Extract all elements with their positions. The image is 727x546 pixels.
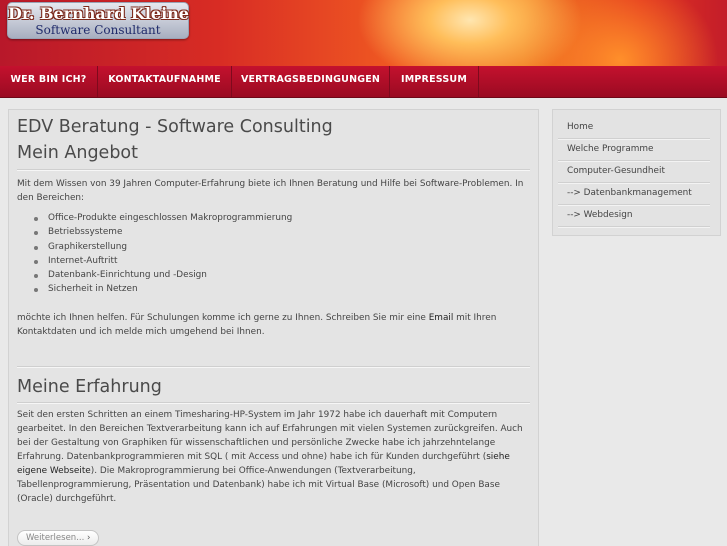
angebot-list: Office-Produkte eingeschlossen Makroprog…	[34, 211, 292, 297]
logo-subtitle: Software Consultant	[35, 23, 161, 37]
sidebar-item-webdesign[interactable]: --> Webdesign	[558, 205, 710, 227]
list-item: Internet-Auftritt	[34, 254, 292, 268]
nav-item-kontaktaufnahme[interactable]: KONTAKTAUFNAHME	[98, 66, 232, 97]
section-heading-erfahrung: Meine Erfahrung	[17, 377, 162, 397]
section-heading-angebot: Mein Angebot	[17, 143, 138, 163]
nav-item-impressum[interactable]: IMPRESSUM	[390, 66, 479, 97]
divider	[17, 402, 530, 403]
list-item: Sicherheit in Netzen	[34, 282, 292, 296]
nav-item-wer-bin-ich[interactable]: WER BIN ICH?	[0, 66, 98, 97]
main-nav: WER BIN ICH? KONTAKTAUFNAHME VERTRAGSBED…	[0, 66, 727, 98]
closing-text-before: möchte ich Ihnen helfen. Für Schulungen …	[17, 313, 429, 323]
divider	[17, 169, 530, 170]
list-item: Betriebssysteme	[34, 225, 292, 239]
erfahrung-text: Seit den ersten Schritten an einem Times…	[17, 408, 532, 506]
main-content: EDV Beratung - Software Consulting Mein …	[8, 109, 539, 546]
read-more-label: Weiterlesen...	[26, 533, 85, 543]
sidebar-item-datenbankmanagement[interactable]: --> Datenbankmanagement	[558, 183, 710, 205]
angebot-intro: Mit dem Wissen von 39 Jahren Computer-Er…	[17, 179, 524, 203]
read-more-button[interactable]: Weiterlesen... ›	[17, 530, 100, 546]
header-banner: Dr. Bernhard Kleine Software Consultant	[0, 0, 727, 66]
sidebar-item-computer-gesundheit[interactable]: Computer-Gesundheit	[558, 161, 710, 183]
erfahrung-text-before: Seit den ersten Schritten an einem Times…	[17, 410, 523, 462]
list-item: Office-Produkte eingeschlossen Makroprog…	[34, 211, 292, 225]
email-link[interactable]: Email	[429, 313, 454, 323]
logo[interactable]: Dr. Bernhard Kleine Software Consultant	[7, 2, 189, 39]
angebot-closing: möchte ich Ihnen helfen. Für Schulungen …	[17, 311, 532, 339]
chevron-right-icon: ›	[87, 533, 91, 543]
page-title: EDV Beratung - Software Consulting	[17, 117, 333, 137]
list-item: Graphikerstellung	[34, 240, 292, 254]
sidebar-item-home[interactable]: Home	[558, 117, 710, 139]
divider	[17, 366, 530, 367]
nav-item-vertragsbedingungen[interactable]: VERTRAGSBEDINGUNGEN	[232, 66, 390, 97]
logo-name: Dr. Bernhard Kleine	[8, 4, 189, 23]
sidebar: Home Welche Programme Computer-Gesundhei…	[552, 109, 721, 236]
sidebar-item-welche-programme[interactable]: Welche Programme	[558, 139, 710, 161]
list-item: Datenbank-Einrichtung und -Design	[34, 268, 292, 282]
